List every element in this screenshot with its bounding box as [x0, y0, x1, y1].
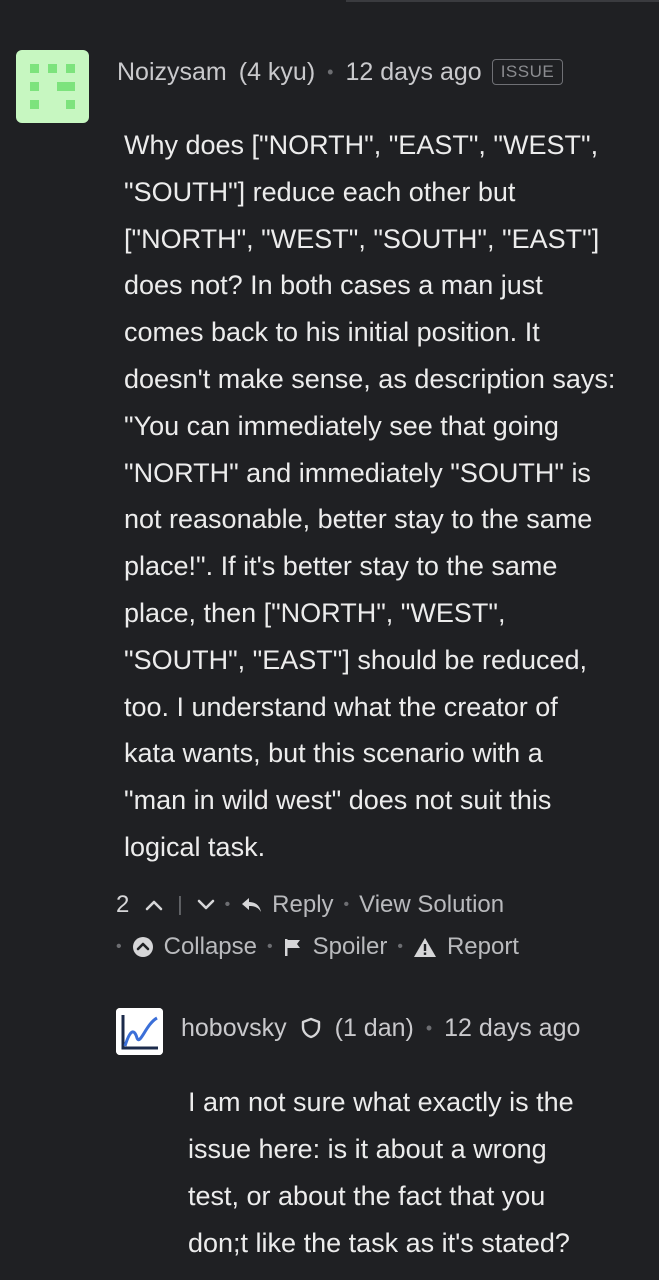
- comment-line: kata wants, but this scenario with a: [124, 738, 543, 769]
- timestamp[interactable]: 12 days ago: [345, 58, 481, 87]
- identicon-pixel: [48, 64, 57, 73]
- reply-line: don;t like the task as it's stated?: [188, 1228, 570, 1258]
- author-link[interactable]: Noizysam: [117, 58, 227, 87]
- comment-line: "You can immediately see that going: [124, 410, 559, 441]
- reply-line: test, or about the fact that you: [188, 1181, 546, 1211]
- user-avatar[interactable]: [16, 50, 89, 123]
- comment-line: doesn't make sense, as description says:: [124, 363, 616, 394]
- identicon-pixel: [57, 82, 66, 91]
- vote-divider: |: [177, 893, 183, 916]
- downvote-icon[interactable]: [197, 899, 215, 911]
- meta-separator: •: [425, 1017, 433, 1038]
- comment-line: too. I understand what the creator of: [124, 691, 558, 722]
- timestamp[interactable]: 12 days ago: [444, 1014, 580, 1043]
- comment-line: place!". If it's better stay to the same: [124, 551, 558, 582]
- comment-line: not reasonable, better stay to the same: [124, 504, 593, 535]
- reply-body: I am not sure what exactly is the issue …: [188, 1079, 648, 1267]
- comment-actions-primary: 2 | • Reply • View Solution: [116, 889, 504, 921]
- view-solution-link[interactable]: View Solution: [359, 891, 504, 919]
- identicon-pixel: [30, 64, 39, 73]
- author-link[interactable]: hobovsky: [181, 1014, 287, 1043]
- identicon-pixel: [30, 100, 39, 109]
- comment-line: "NORTH" and immediately "SOUTH" is: [124, 457, 591, 488]
- meta-separator: •: [327, 61, 334, 82]
- collapse-label: Collapse: [163, 933, 257, 960]
- reply-line: issue here: is it about a wrong: [188, 1134, 547, 1164]
- reply-button[interactable]: Reply: [240, 891, 334, 919]
- action-separator: •: [397, 938, 403, 955]
- comment-meta: Noizysam (4 kyu) • 12 days ago ISSUE: [117, 56, 564, 88]
- action-separator: •: [116, 938, 122, 955]
- comment-actions-secondary: • Collapse • Spoiler • Report: [116, 931, 519, 963]
- user-rank: (4 kyu): [238, 57, 316, 86]
- warning-icon: [413, 937, 437, 958]
- report-button[interactable]: Report: [413, 933, 519, 961]
- action-separator: •: [343, 896, 350, 913]
- reply-label: Reply: [272, 891, 334, 918]
- flag-icon: [283, 937, 303, 957]
- comment-line: Why does ["NORTH", "EAST", "WEST",: [124, 130, 599, 160]
- identicon-pixel: [30, 82, 39, 91]
- chart-icon: [116, 1008, 163, 1055]
- comment-body: Why does ["NORTH", "EAST", "WEST", "SOUT…: [124, 122, 644, 871]
- comment-line: ["NORTH", "WEST", "SOUTH", "EAST"]: [124, 223, 600, 254]
- comment-line: "SOUTH", "EAST"] should be reduced,: [124, 644, 588, 675]
- comment-line: comes back to his initial position. It: [124, 317, 540, 348]
- user-rank: (1 dan): [334, 1013, 414, 1042]
- reply-meta: hobovsky (1 dan) • 12 days ago: [181, 1012, 580, 1044]
- upvote-icon[interactable]: [145, 899, 163, 911]
- vote-count: 2: [116, 891, 130, 918]
- identicon-pixel: [66, 100, 75, 109]
- report-label: Report: [446, 933, 519, 960]
- user-avatar[interactable]: [116, 1008, 163, 1055]
- issue-badge: ISSUE: [491, 59, 564, 85]
- action-separator: •: [224, 896, 231, 913]
- comment-thread: Noizysam (4 kyu) • 12 days ago ISSUE Why…: [0, 0, 659, 1280]
- spoiler-label: Spoiler: [312, 933, 388, 960]
- spoiler-button[interactable]: Spoiler: [283, 933, 388, 961]
- identicon-pixel: [66, 82, 75, 91]
- divider: [346, 0, 659, 2]
- collapse-button[interactable]: Collapse: [132, 933, 257, 961]
- reply-icon: [240, 896, 262, 914]
- comment-line: does not? In both cases a man just: [124, 270, 543, 301]
- action-separator: •: [267, 938, 273, 955]
- shield-icon: [301, 1017, 321, 1039]
- comment-line: place, then ["NORTH", "WEST",: [124, 597, 506, 628]
- identicon-pixel: [66, 64, 75, 73]
- comment-line: "SOUTH"] reduce each other but: [124, 176, 516, 207]
- reply-line: I am not sure what exactly is the: [188, 1087, 574, 1117]
- comment-line: "man in wild west" does not suit this: [124, 785, 552, 816]
- comment-line: logical task.: [124, 831, 266, 862]
- collapse-icon: [132, 936, 154, 958]
